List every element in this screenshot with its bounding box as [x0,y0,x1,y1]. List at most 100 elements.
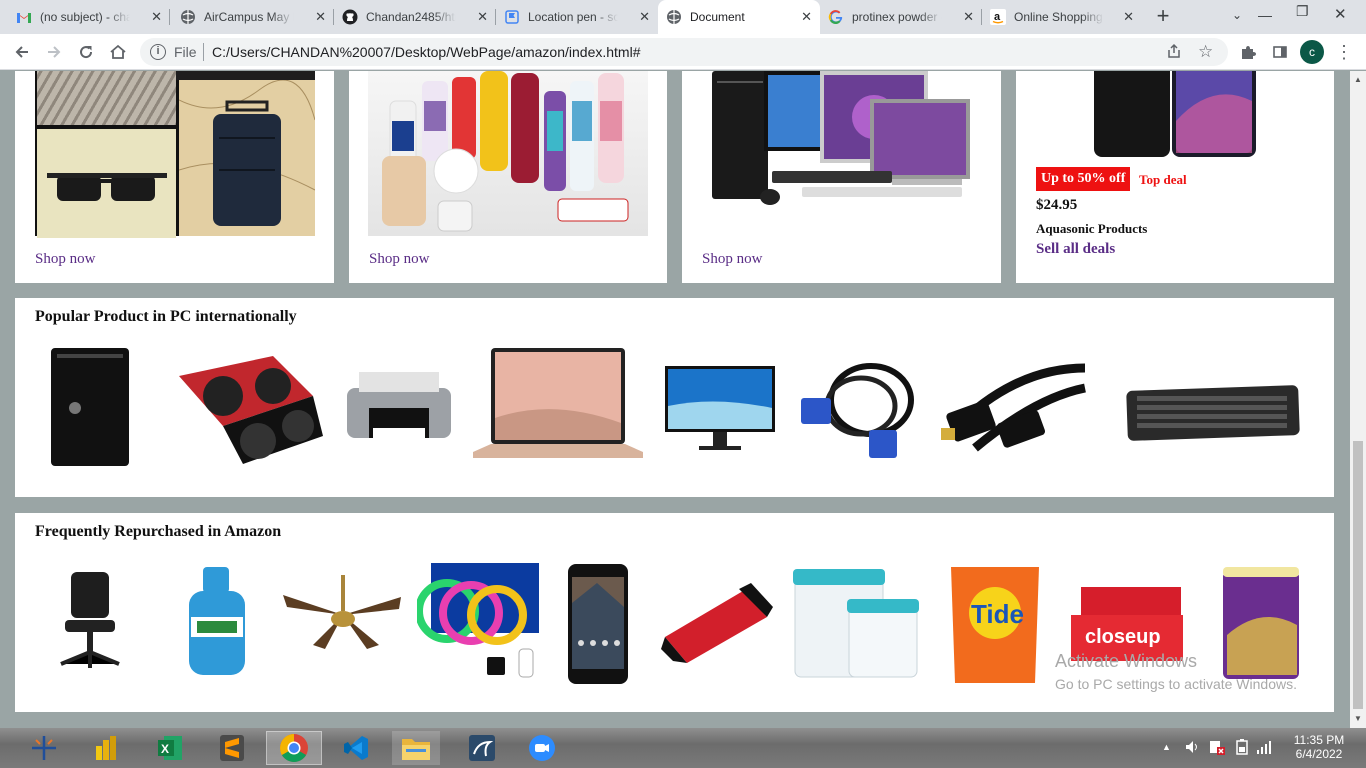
tab-protinex[interactable]: protinex powder - ✕ [820,0,982,34]
suitcase-image [178,79,316,236]
product-pen-drive[interactable] [659,577,775,672]
tab-label: Location pen - soli [528,10,618,24]
shop-now-link[interactable]: Shop now [702,251,762,268]
tab-github[interactable]: Chandan2485/html ✕ [334,0,496,34]
phone-image[interactable] [1092,71,1258,158]
product-hdmi-cable[interactable] [935,348,1093,473]
shop-now-link[interactable]: Shop now [369,251,429,268]
close-tab-icon[interactable]: ✕ [639,9,650,25]
excel-icon[interactable]: X [150,731,190,765]
power-bi-icon[interactable] [86,731,126,765]
profile-avatar[interactable]: c [1300,40,1324,64]
tab-label: Chandan2485/html [366,10,456,24]
product-containers[interactable] [793,567,919,684]
restore-button[interactable]: ❐ [1296,3,1309,20]
volume-icon[interactable] [1184,739,1200,760]
product-dettol[interactable] [161,561,271,686]
sublime-text-icon[interactable] [212,731,252,765]
home-button[interactable] [106,40,130,64]
product-keyboard[interactable] [1107,348,1321,473]
shop-now-link[interactable]: Shop now [35,251,95,268]
tab-label: protinex powder - [852,10,942,24]
tab-search-chevron-icon[interactable]: ⌄ [1232,8,1242,22]
new-tab-button[interactable]: + [1152,5,1174,28]
card-computers: Shop now [682,71,1001,283]
scrollbar-thumb[interactable] [1353,441,1363,709]
minimize-button[interactable]: — [1258,7,1272,23]
close-tab-icon[interactable]: ✕ [963,9,974,25]
chrome-icon[interactable] [266,731,322,765]
reload-icon [80,46,93,59]
product-dell-tower[interactable] [47,346,131,473]
tab-location[interactable]: Location pen - soli ✕ [496,0,658,34]
menu-kebab-icon[interactable]: ⋮ [1332,40,1356,64]
product-vga-cable[interactable] [801,350,921,473]
reload-button[interactable] [74,40,98,64]
tab-document[interactable]: Document ✕ [658,0,820,34]
discount-badge: Up to 50% off [1036,167,1131,191]
zoom-icon[interactable] [522,731,562,765]
vertical-scrollbar[interactable]: ▲ ▼ [1350,71,1366,728]
globe-icon [666,9,682,25]
share-icon[interactable] [1166,43,1182,62]
close-tab-icon[interactable]: ✕ [1123,9,1134,25]
tab-label: Online Shopping s [1014,10,1104,24]
scarf-image [37,71,176,125]
close-tab-icon[interactable]: ✕ [801,9,812,25]
product-ceiling-fan[interactable] [283,575,403,670]
show-hidden-icons-icon[interactable]: ▲ [1162,742,1171,752]
close-tab-icon[interactable]: ✕ [151,9,162,25]
scroll-down-arrow-icon[interactable]: ▼ [1354,714,1362,723]
product-printer[interactable] [345,368,453,449]
close-tab-icon[interactable]: ✕ [477,9,488,25]
svg-text:X: X [161,742,169,756]
google-icon [828,9,844,25]
svg-text:Tide: Tide [971,599,1024,629]
network-offline-icon[interactable] [1208,739,1226,760]
toiletries-image[interactable] [368,71,648,236]
tab-gmail[interactable]: (no subject) - chan ✕ [8,0,170,34]
side-panel-button[interactable] [1268,40,1292,64]
back-button[interactable] [10,40,34,64]
signal-icon[interactable] [1256,739,1272,760]
url-text: C:/Users/CHANDAN%20007/Desktop/WebPage/a… [212,44,641,60]
computers-image[interactable] [702,71,982,236]
svg-text:a: a [994,11,1001,23]
clock-time: 11:35 PM [1293,733,1345,747]
travel-collage-image[interactable] [35,71,316,238]
product-protinex[interactable] [1221,565,1301,686]
side-panel-icon [1273,46,1287,58]
close-tab-icon[interactable]: ✕ [315,9,326,25]
forward-button[interactable] [42,40,66,64]
battery-icon[interactable] [1234,739,1250,760]
section-popular-pc: Popular Product in PC internationally [15,298,1334,497]
clock-date: 6/4/2022 [1295,747,1343,761]
tab-aircampus[interactable]: AirCampus May Fu ✕ [172,0,334,34]
file-explorer-icon[interactable] [392,731,440,765]
scroll-up-arrow-icon[interactable]: ▲ [1354,75,1362,84]
arrow-left-icon [15,46,28,58]
close-window-button[interactable]: ✕ [1334,5,1347,23]
card-travel: Shop now [15,71,334,283]
product-office-chair[interactable] [55,568,125,677]
globe-icon [180,9,196,25]
product-smartphone[interactable] [567,563,629,690]
clock[interactable]: 11:35 PM 6/4/2022 [1284,733,1354,761]
product-graphics-card[interactable] [163,346,325,471]
tab-amazon[interactable]: a Online Shopping s ✕ [982,0,1142,34]
product-monitor[interactable] [665,366,775,463]
vscode-icon[interactable] [336,731,376,765]
home-icon [110,44,126,59]
product-laptop[interactable] [473,348,643,473]
product-tide[interactable]: Tide [947,563,1043,690]
tableau-icon[interactable] [24,731,64,765]
mysql-workbench-icon[interactable] [462,731,502,765]
see-all-deals-link[interactable]: Sell all deals [1036,241,1115,258]
extensions-button[interactable] [1236,40,1260,64]
card-toiletries: Shop now [349,71,667,283]
tab-label: Document [690,10,745,24]
address-bar[interactable]: i File C:/Users/CHANDAN%20007/Desktop/We… [140,38,1228,66]
info-icon[interactable]: i [150,44,166,60]
product-led-strip[interactable] [415,561,541,688]
star-icon[interactable]: ☆ [1198,42,1213,62]
